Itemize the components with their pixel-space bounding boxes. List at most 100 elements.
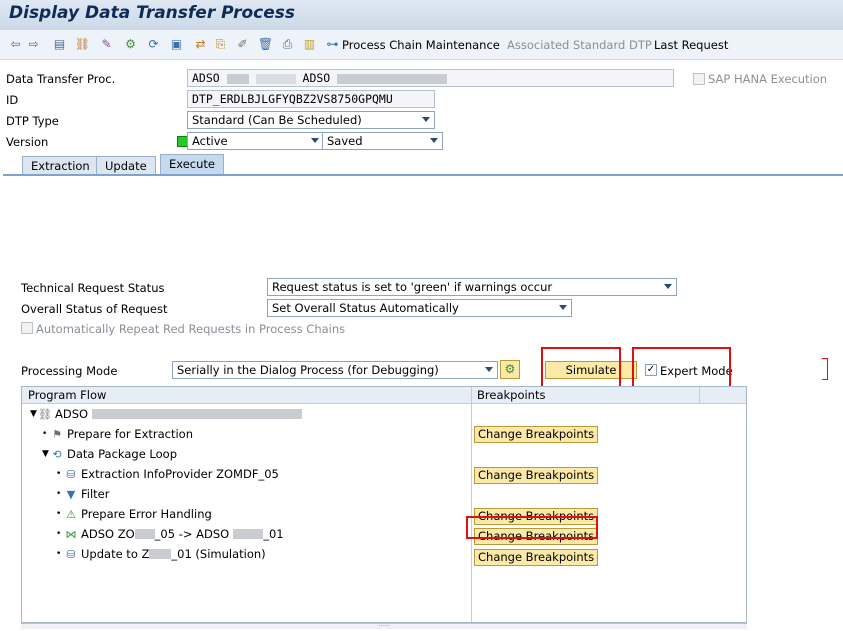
version-label: Version: [6, 135, 49, 149]
clipboard-icon[interactable]: ▥: [302, 37, 317, 52]
execute-icon[interactable]: ⚙: [500, 360, 520, 379]
redacted-text: [134, 529, 155, 539]
processing-mode-value: Serially in the Dialog Process (for Debu…: [177, 363, 439, 377]
tree-row[interactable]: • ⛁ Extraction InfoProvider ZOMDF_05 Cha…: [22, 464, 746, 484]
filter-icon: ▼: [66, 487, 76, 501]
auto-repeat-checkbox: [21, 322, 33, 334]
flag-icon: ⚑: [52, 427, 62, 441]
tech-status-dropdown[interactable]: Request status is set to 'green' if warn…: [267, 278, 677, 296]
tree-node-label: _05 -> ADSO: [154, 527, 230, 541]
tool-icon[interactable]: ✎: [99, 37, 114, 52]
tab-strip: Extraction Update Execute: [0, 154, 843, 175]
tree-node-label: Extraction InfoProvider ZOMDF_05: [81, 467, 279, 481]
bullet-icon: •: [42, 429, 48, 439]
tree-node-label: Prepare Error Handling: [81, 507, 212, 521]
bullet-icon: •: [56, 509, 62, 519]
bullet-icon: •: [56, 549, 62, 559]
back-icon[interactable]: ⇦: [8, 37, 23, 52]
column-divider: [699, 387, 700, 404]
process-chain-maintenance-button[interactable]: Process Chain Maintenance: [342, 38, 500, 52]
selection-marker: [822, 358, 828, 380]
tree-row[interactable]: ▼ ⟲ Data Package Loop: [22, 444, 746, 464]
transfer-icon[interactable]: ⇄: [193, 37, 208, 52]
dtp-type-dropdown[interactable]: Standard (Can Be Scheduled): [187, 111, 435, 129]
database-icon: ⛁: [66, 467, 76, 481]
tree-row[interactable]: ▼ ⛓ ADSO: [22, 404, 746, 424]
chevron-down-icon: [485, 367, 493, 372]
bullet-icon: •: [56, 529, 62, 539]
id-label: ID: [6, 93, 19, 107]
delete-icon[interactable]: 🗑: [258, 37, 273, 52]
tech-status-value: Request status is set to 'green' if warn…: [272, 280, 553, 294]
tree-row[interactable]: • ⚠ Prepare Error Handling Change Breakp…: [22, 504, 746, 525]
version-value: Active: [192, 134, 228, 148]
chevron-down-icon: [664, 284, 672, 289]
chevron-down-icon: [422, 117, 430, 122]
processing-mode-label: Processing Mode: [21, 364, 118, 378]
version-dropdown[interactable]: Active: [187, 132, 324, 150]
bullet-icon: •: [56, 469, 62, 479]
splitter-handle[interactable]: ·····: [21, 623, 747, 630]
overall-status-label: Overall Status of Request: [21, 302, 168, 316]
bullet-icon: •: [56, 489, 62, 499]
tree-node-label: Data Package Loop: [67, 447, 178, 461]
paste-icon[interactable]: ⎘: [213, 37, 228, 52]
program-flow-tree: Program Flow Breakpoints ▼ ⛓ ADSO • ⚑ Pr…: [21, 386, 747, 623]
tree-node-label: Filter: [81, 487, 110, 501]
tree-node-label: _01 (Simulation): [171, 547, 266, 561]
tree-node-label: _01: [263, 527, 284, 541]
redacted-text: [337, 73, 448, 84]
sap-hana-label: SAP HANA Execution: [708, 72, 828, 86]
change-breakpoints-button[interactable]: Change Breakpoints: [474, 549, 599, 566]
dtp-field: ADSO ADSO: [187, 69, 674, 87]
tree-row[interactable]: • ⋈ ADSO ZO _05 -> ADSO _01 Change Break…: [22, 524, 746, 545]
hierarchy-icon: ⛓: [38, 407, 52, 421]
change-breakpoints-button[interactable]: Change Breakpoints: [474, 426, 599, 443]
database-icon: ⛁: [66, 547, 76, 561]
error-handling-icon: ⚠: [66, 507, 76, 521]
refresh-icon[interactable]: ⟳: [146, 37, 161, 52]
tree-row[interactable]: • ⚑ Prepare for Extraction Change Breakp…: [22, 424, 746, 444]
tree-node-label: ADSO: [55, 407, 89, 421]
processing-mode-dropdown[interactable]: Serially in the Dialog Process (for Debu…: [172, 361, 498, 379]
associated-standard-dtp-button[interactable]: Associated Standard DTP: [507, 38, 652, 52]
dtp-value-1: ADSO: [192, 71, 220, 85]
settings-icon[interactable]: ⚙: [123, 37, 138, 52]
saved-dropdown[interactable]: Saved: [322, 132, 443, 150]
tab-extraction[interactable]: Extraction: [22, 156, 99, 175]
dtp-type-label: DTP Type: [6, 114, 59, 128]
col-program-flow: Program Flow: [28, 388, 107, 402]
application-toolbar: ⇦ ⇨ ▤ ⛓ ✎ ⚙ ⟳ ▣ ⇄ ⎘ ✐ 🗑 ⎙ ▥ ⊶ Process Ch…: [0, 30, 843, 60]
tree-node-label: Prepare for Extraction: [67, 427, 194, 441]
page-title: Display Data Transfer Process: [9, 3, 295, 23]
saved-value: Saved: [327, 134, 363, 148]
redacted-text: [255, 73, 296, 84]
transformation-icon: ⋈: [65, 527, 77, 541]
title-bar: Display Data Transfer Process: [0, 0, 843, 30]
highlight-box: [466, 516, 598, 539]
tree-header: Program Flow Breakpoints: [22, 387, 746, 404]
tree-row[interactable]: • ▼ Filter: [22, 484, 746, 504]
print-icon[interactable]: ⎙: [280, 37, 295, 52]
tab-execute[interactable]: Execute: [160, 154, 224, 175]
display-change-icon[interactable]: ▤: [52, 37, 67, 52]
tab-update[interactable]: Update: [96, 156, 156, 175]
tree-node-label: Update to Z: [81, 547, 150, 561]
redacted-text: [233, 529, 264, 539]
id-field: DTP_ERDLBJLGFYQBZ2VS8750GPQMU: [187, 90, 435, 108]
monitor-icon[interactable]: ▣: [169, 37, 184, 52]
dtp-value-2: ADSO: [302, 71, 331, 85]
hierarchy-icon[interactable]: ⛓: [75, 37, 90, 52]
expand-icon[interactable]: ▼: [42, 449, 50, 459]
dtp-type-value: Standard (Can Be Scheduled): [192, 113, 362, 127]
tech-status-label: Technical Request Status: [21, 281, 165, 295]
chain-icon[interactable]: ⊶: [325, 37, 340, 52]
tree-row[interactable]: • ⛁ Update to Z _01 (Simulation) Change …: [22, 544, 746, 566]
change-breakpoints-button[interactable]: Change Breakpoints: [474, 467, 599, 484]
last-request-button[interactable]: Last Request: [654, 38, 728, 52]
sap-hana-checkbox: [693, 73, 705, 85]
overall-status-dropdown[interactable]: Set Overall Status Automatically: [267, 299, 572, 317]
forward-icon[interactable]: ⇨: [26, 37, 41, 52]
edit-icon[interactable]: ✐: [235, 37, 250, 52]
expand-icon[interactable]: ▼: [30, 409, 38, 419]
